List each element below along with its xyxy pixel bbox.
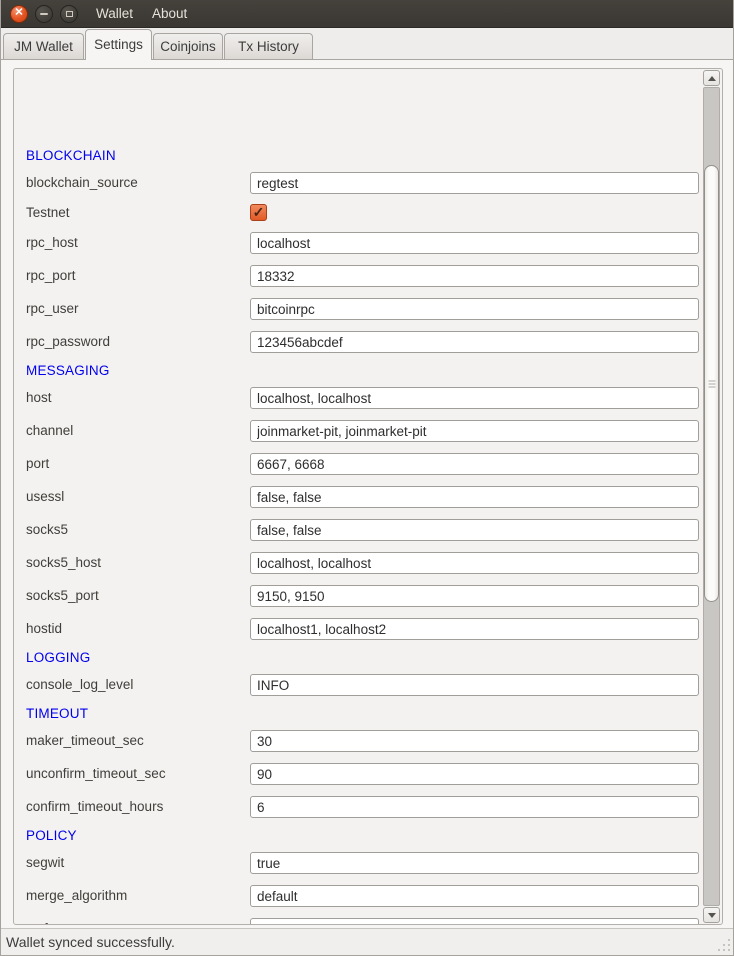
field-label: channel [26,420,73,442]
field-label: rpc_port [26,265,76,287]
menu-item-wallet[interactable]: Wallet [96,6,133,21]
field-label: socks5_host [26,552,101,574]
scrollbar-thumb[interactable] [704,165,719,602]
status-message: Wallet synced successfully. [6,934,175,950]
field-label: usessl [26,486,64,508]
field-label: maker_timeout_sec [26,730,144,752]
field-label: rpc_user [26,298,79,320]
section-header: MESSAGING [26,363,110,379]
menu-bar: Wallet About [96,6,187,21]
field-label: blockchain_source [26,172,138,194]
field-input[interactable] [250,585,699,607]
section-header: TIMEOUT [26,706,88,722]
field-input[interactable] [250,486,699,508]
maximize-window-button[interactable] [60,5,78,23]
field-input[interactable] [250,674,699,696]
resize-grip[interactable] [717,939,730,952]
scrollbar-grip-icon [708,380,715,387]
scrollbar-track[interactable] [703,87,720,906]
field-label: unconfirm_timeout_sec [26,763,166,785]
tab-tx-history[interactable]: Tx History [224,33,313,59]
field-input[interactable] [250,453,699,475]
field-input[interactable] [250,796,699,818]
field-input[interactable] [250,852,699,874]
minimize-window-button[interactable] [35,5,53,23]
title-bar: ✕ Wallet About [1,0,733,28]
field-label: segwit [26,852,64,874]
field-input[interactable] [250,519,699,541]
field-input[interactable] [250,552,699,574]
field-label: socks5_port [26,585,99,607]
field-label: console_log_level [26,674,133,696]
field-input[interactable] [250,331,699,353]
menu-item-about[interactable]: About [152,6,187,21]
field-label: merge_algorithm [26,885,127,907]
field-input[interactable] [250,763,699,785]
field-label: host [26,387,52,409]
section-header: POLICY [26,828,77,844]
status-bar: Wallet synced successfully. [1,928,733,955]
scroll-up-button[interactable] [703,70,720,86]
maximize-icon [66,11,73,17]
settings-rows: BLOCKCHAIN blockchain_source Testnet ✓ rpc_h… [14,69,722,924]
field-input[interactable] [250,618,699,640]
arrow-down-icon [708,913,716,918]
field-label: rpc_password [26,331,110,353]
field-input[interactable] [250,265,699,287]
field-input[interactable] [250,730,699,752]
field-input[interactable] [250,420,699,442]
field-input[interactable] [250,387,699,409]
section-header: BLOCKCHAIN [26,148,116,164]
minimize-icon [40,13,48,15]
tab-jm-wallet[interactable]: JM Wallet [3,33,84,59]
field-label: confirm_timeout_hours [26,796,163,818]
scroll-down-button[interactable] [703,907,720,923]
field-input[interactable] [250,298,699,320]
field-label: rpc_host [26,232,78,254]
field-label: port [26,453,49,475]
app-window: ✕ Wallet About JM Wallet Settings Coinjo… [0,0,734,956]
field-input[interactable] [250,885,699,907]
arrow-up-icon [708,76,716,81]
tab-bar: JM Wallet Settings Coinjoins Tx History [1,28,733,60]
field-label: tx_fees [26,918,70,925]
field-label: hostid [26,618,62,640]
close-icon: ✕ [14,8,23,19]
tab-coinjoins[interactable]: Coinjoins [153,33,223,59]
section-header: LOGGING [26,650,90,666]
close-window-button[interactable]: ✕ [10,5,28,23]
settings-pane: BLOCKCHAIN blockchain_source Testnet ✓ rpc_h… [1,60,733,929]
vertical-scrollbar [703,70,720,923]
settings-scroll-area: BLOCKCHAIN blockchain_source Testnet ✓ rpc_h… [13,68,723,925]
field-input[interactable] [250,918,699,925]
field-label: Testnet [26,202,70,224]
checkmark-icon: ✓ [253,205,265,219]
testnet-checkbox[interactable]: ✓ [250,204,267,221]
field-label: socks5 [26,519,68,541]
field-input[interactable] [250,232,699,254]
tab-settings[interactable]: Settings [85,29,152,60]
field-input[interactable] [250,172,699,194]
